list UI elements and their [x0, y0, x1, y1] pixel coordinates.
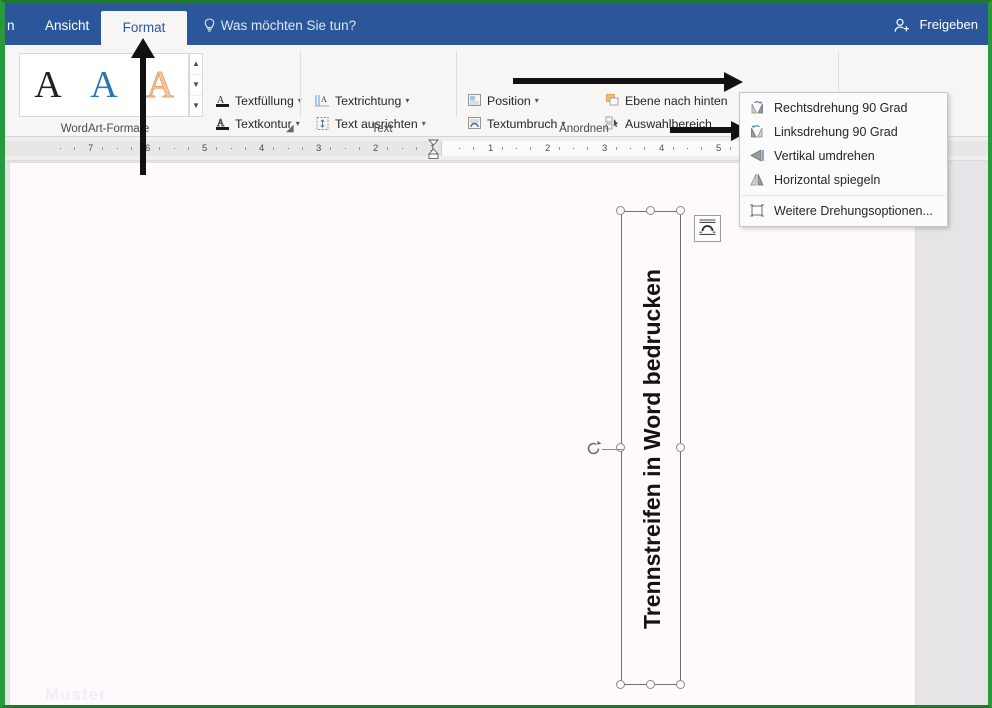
- rotation-handle[interactable]: [583, 439, 603, 459]
- rotate-right-90-icon: [748, 100, 765, 116]
- ruler-tick: 4: [259, 143, 264, 154]
- menu-vertikal-umdrehen[interactable]: Vertikal umdrehen: [740, 144, 947, 168]
- flip-horizontal-icon: [748, 172, 765, 188]
- document-area[interactable]: Muster Trennstreifen in Word bedrucken: [5, 161, 988, 705]
- tab-ansicht-label: Ansicht: [45, 18, 89, 33]
- group-divider: [300, 51, 301, 117]
- flip-vertical-icon: [748, 148, 765, 164]
- group-divider: [456, 51, 457, 117]
- page-watermark: Muster: [45, 685, 107, 705]
- selection-handle-middle-right[interactable]: [676, 443, 685, 452]
- layout-options-button[interactable]: [694, 215, 721, 242]
- tab-truncated-label: n: [7, 18, 15, 33]
- ruler-indent-markers[interactable]: [428, 139, 437, 159]
- group-label-wordart-styles: WordArt-Formate: [5, 123, 205, 135]
- gallery-scroll-down-button[interactable]: ▼: [190, 75, 202, 96]
- menu-separator: [742, 195, 945, 196]
- person-add-icon: [894, 17, 920, 32]
- ruler-tick: 2: [373, 143, 378, 154]
- tell-me-label: Was möchten Sie tun?: [221, 18, 356, 33]
- tell-me-box[interactable]: Was möchten Sie tun?: [201, 9, 356, 43]
- cmd-textrichtung[interactable]: A Textrichtung ▾: [311, 90, 409, 112]
- tab-truncated[interactable]: n: [0, 9, 29, 45]
- selection-handle-top-center[interactable]: [646, 206, 655, 215]
- ruler-tick: 3: [316, 143, 321, 154]
- text-outline-icon: A: [213, 116, 232, 132]
- text-fill-icon: A: [213, 93, 232, 109]
- rotated-textbox[interactable]: Trennstreifen in Word bedrucken: [621, 211, 681, 685]
- menu-rechtsdrehung-90-grad[interactable]: Rechtsdrehung 90 Grad: [740, 96, 947, 120]
- wordart-gallery-scroller[interactable]: ▲ ▼ ▼: [189, 53, 203, 117]
- menu-item-label: Linksdrehung 90 Grad: [774, 125, 898, 139]
- menu-weitere-drehungsoptionen[interactable]: Weitere Drehungsoptionen...: [740, 199, 947, 223]
- chevron-down-icon: ▾: [405, 96, 409, 105]
- ribbon-group-wordart-styles: A A A ▲ ▼ ▼ A Textfüllung▾: [5, 45, 305, 137]
- cmd-textrichtung-label: Textrichtung: [335, 90, 401, 112]
- svg-text:A: A: [321, 95, 327, 104]
- rotate-left-90-icon: [748, 124, 765, 140]
- selection-handle-top-right[interactable]: [676, 206, 685, 215]
- cmd-textkontur-label: Textkontur: [235, 113, 292, 135]
- rotation-handle-line: [602, 449, 624, 450]
- wordart-dialog-launcher[interactable]: ◢: [286, 123, 297, 134]
- menu-horizontal-spiegeln[interactable]: Horizontal spiegeln: [740, 168, 947, 192]
- ruler-tick: 5: [202, 143, 207, 154]
- cmd-ebene-nach-hinten[interactable]: Ebene nach hinten▾: [601, 90, 744, 112]
- layout-options-icon: [698, 218, 717, 239]
- selection-handle-bottom-center[interactable]: [646, 680, 655, 689]
- more-rotation-options-icon: [748, 203, 765, 219]
- word-application-window: n Ansicht Format Was möchten Sie tun?: [5, 3, 988, 705]
- cmd-ebene-nach-hinten-label: Ebene nach hinten: [625, 90, 728, 112]
- selection-handle-bottom-left[interactable]: [616, 680, 625, 689]
- rotated-textbox-text: Trennstreifen in Word bedrucken: [622, 212, 682, 686]
- ruler-tick: 1: [488, 143, 493, 154]
- cmd-textfuellung[interactable]: A Textfüllung▾: [211, 90, 302, 112]
- send-backward-icon: [603, 93, 622, 109]
- menu-item-label: Horizontal spiegeln: [774, 173, 880, 187]
- ribbon-group-text: A Textrichtung▾ Text ausrichten▾: [307, 45, 457, 137]
- selection-handle-middle-left[interactable]: [616, 443, 625, 452]
- chevron-down-icon: ▾: [535, 96, 539, 105]
- wordart-gallery[interactable]: A A A: [19, 53, 189, 117]
- cmd-position[interactable]: Position ▾: [463, 90, 539, 112]
- ruler-tick: 5: [716, 143, 721, 154]
- position-icon: [465, 93, 484, 109]
- menu-item-label: Vertikal umdrehen: [774, 149, 875, 163]
- share-label: Freigeben: [919, 17, 978, 32]
- menu-item-label: Weitere Drehungsoptionen...: [774, 204, 933, 218]
- gallery-more-button[interactable]: ▼: [190, 96, 202, 116]
- gallery-scroll-up-button[interactable]: ▲: [190, 54, 202, 75]
- ruler-tick: 2: [545, 143, 550, 154]
- document-page[interactable]: Muster Trennstreifen in Word bedrucken: [10, 163, 915, 708]
- lightbulb-icon: [201, 9, 217, 43]
- ruler-tick: 4: [659, 143, 664, 154]
- tab-ansicht[interactable]: Ansicht: [31, 9, 103, 45]
- ruler-tick: 3: [602, 143, 607, 154]
- share-button[interactable]: Freigeben: [894, 13, 978, 37]
- screenshot-frame: n Ansicht Format Was möchten Sie tun?: [0, 0, 992, 708]
- wordart-sample-3[interactable]: A: [146, 66, 173, 104]
- ruler-tick: 7: [88, 143, 93, 154]
- cmd-position-label: Position: [487, 90, 531, 112]
- selection-handle-bottom-right[interactable]: [676, 680, 685, 689]
- text-direction-icon: A: [313, 93, 332, 109]
- drehen-dropdown-menu[interactable]: Rechtsdrehung 90 Grad Linksdrehung 90 Gr…: [739, 92, 948, 227]
- cmd-textfuellung-label: Textfüllung: [235, 90, 294, 112]
- menu-item-label: Rechtsdrehung 90 Grad: [774, 101, 907, 115]
- group-label-text: Text: [307, 123, 457, 135]
- menu-linksdrehung-90-grad[interactable]: Linksdrehung 90 Grad: [740, 120, 947, 144]
- tab-format-label: Format: [123, 20, 166, 35]
- wordart-sample-2[interactable]: A: [90, 66, 117, 104]
- selection-handle-top-left[interactable]: [616, 206, 625, 215]
- wordart-sample-1[interactable]: A: [34, 66, 61, 104]
